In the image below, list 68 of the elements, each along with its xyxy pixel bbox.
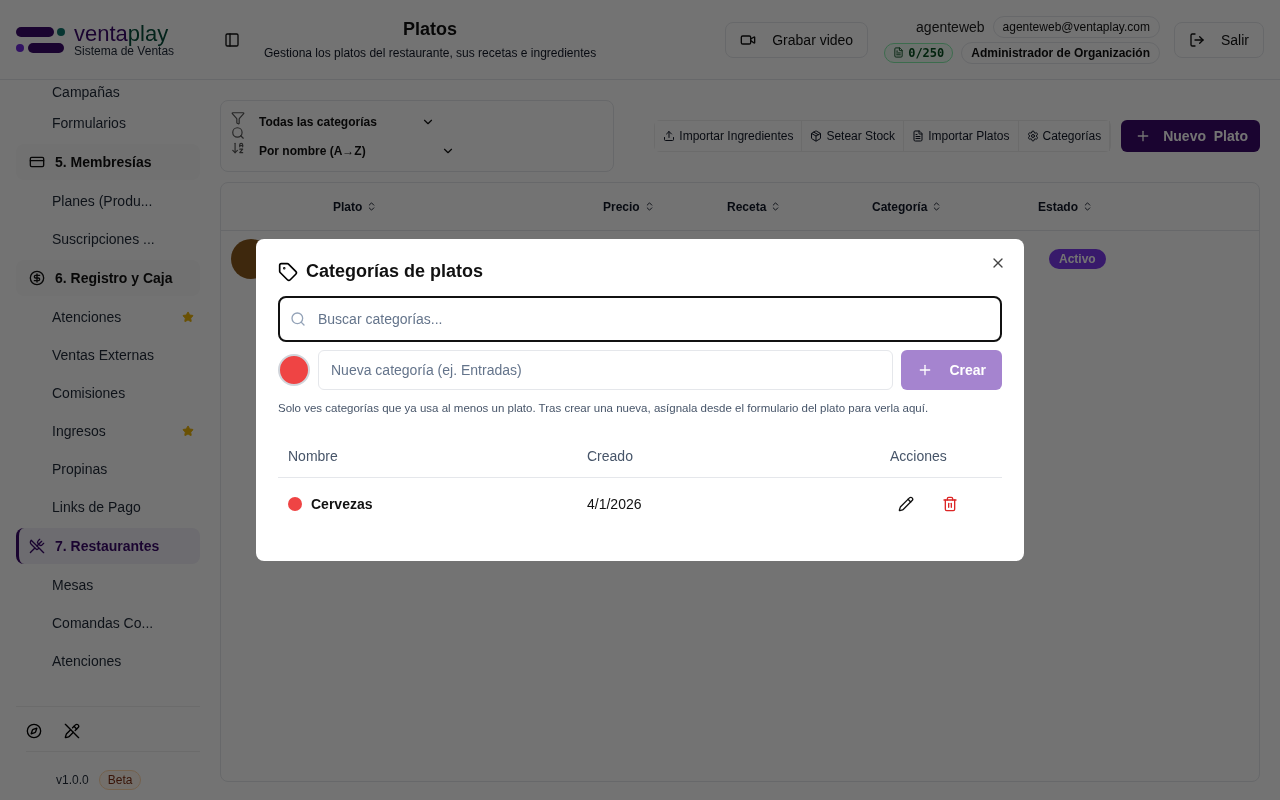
help-text: Solo ves categorías que ya usa al menos un plato. Tras crear una nueva, asígnala desde el formulario del plato para verla aquí. [278,402,930,414]
created-date: 4/1/2026 [587,496,643,512]
sidebar-link[interactable]: Campañas [46,81,126,103]
search-field[interactable]: Buscar categorías... [316,310,990,328]
beta-badge: Beta [98,770,142,790]
package-icon [810,130,823,142]
dialog-title: Categorías de platos [306,261,484,282]
sort-select[interactable]: Por nombre (A→Z) [259,140,455,161]
sidebar-link[interactable]: Ingresos [46,420,112,442]
utensils-crossed-icon [29,538,45,554]
search-icon [231,126,245,140]
sidebar-link[interactable]: Atenciones [46,650,128,672]
sort-icon [231,141,245,155]
sidebar-link[interactable]: Atenciones [46,306,128,328]
logout-icon [1189,31,1205,48]
tag-icon [278,261,298,282]
status-badge: Activo [1049,249,1106,269]
logo-icon [16,25,66,54]
color-picker[interactable] [278,354,310,386]
page-title: Platos [403,19,458,40]
category-select[interactable]: Todas las categorías [259,111,435,132]
column-header[interactable]: Categoría [872,199,1038,214]
column-header[interactable]: Estado [1038,199,1259,214]
brand-name: ventaplay [74,22,170,45]
sidebar-link[interactable]: Mesas [46,574,100,596]
document-icon [912,130,925,142]
filter-icon [231,111,245,125]
trash-icon[interactable] [942,496,958,512]
search-icon [290,311,306,327]
sidebar-link[interactable]: Ventas Externas [46,344,160,366]
sidebar-link[interactable]: Suscripciones ... [46,228,161,250]
sidebar-section-label: 6. Registro y Caja [55,270,173,286]
sidebar-link[interactable]: Planes (Produ... [46,190,159,212]
toolbar-button[interactable]: Importar Ingredientes [655,121,803,151]
quota-badge: 0/250 [884,42,954,63]
sidebar-link[interactable]: Links de Pago [46,496,147,518]
new-category-field[interactable]: Nueva categoría (ej. Entradas) [318,350,894,390]
search-box[interactable]: Buscar categorías... [278,296,1002,342]
user-name: agenteweb [916,18,985,35]
sidebar-link[interactable]: Comisiones [46,382,132,404]
version-label: v1.0.0 [56,773,89,787]
column-header[interactable]: Receta [727,199,872,214]
sidebar-link[interactable]: Formularios [46,112,132,134]
column-header: Acciones [890,447,948,464]
credit-card-icon [29,154,45,170]
settings-icon [1026,130,1039,142]
record-video-button[interactable]: Grabar video [725,21,869,58]
sidebar-link[interactable]: Comandas Co... [46,612,160,634]
pencil-off-icon[interactable] [64,723,80,739]
logout-button[interactable]: Salir [1174,21,1264,58]
column-header: Creado [587,447,634,464]
sidebar-link[interactable]: Propinas [46,458,114,480]
column-header: Nombre [288,447,339,464]
upload-icon [663,130,676,142]
sort-arrows-icon [1082,201,1093,212]
compass-icon[interactable] [26,723,42,739]
edit-icon[interactable] [898,496,914,512]
create-button[interactable]: Crear [901,350,1002,390]
page-subtitle: Gestiona los platos del restaurante, sus recetas e ingredientes [264,46,597,60]
sidebar-section[interactable]: 7. Restaurantes [16,528,200,564]
sidebar-section-label: 7. Restaurantes [55,538,160,554]
sidebar-toggle-icon[interactable] [224,31,240,48]
column-header[interactable]: Precio [603,199,727,214]
sidebar-section-label: 5. Membresías [55,154,152,170]
dollar-icon [29,270,45,286]
category-name: Cervezas [311,496,373,512]
new-dish-button[interactable]: Nuevo Plato [1121,120,1260,152]
column-header[interactable]: Plato [333,199,603,214]
